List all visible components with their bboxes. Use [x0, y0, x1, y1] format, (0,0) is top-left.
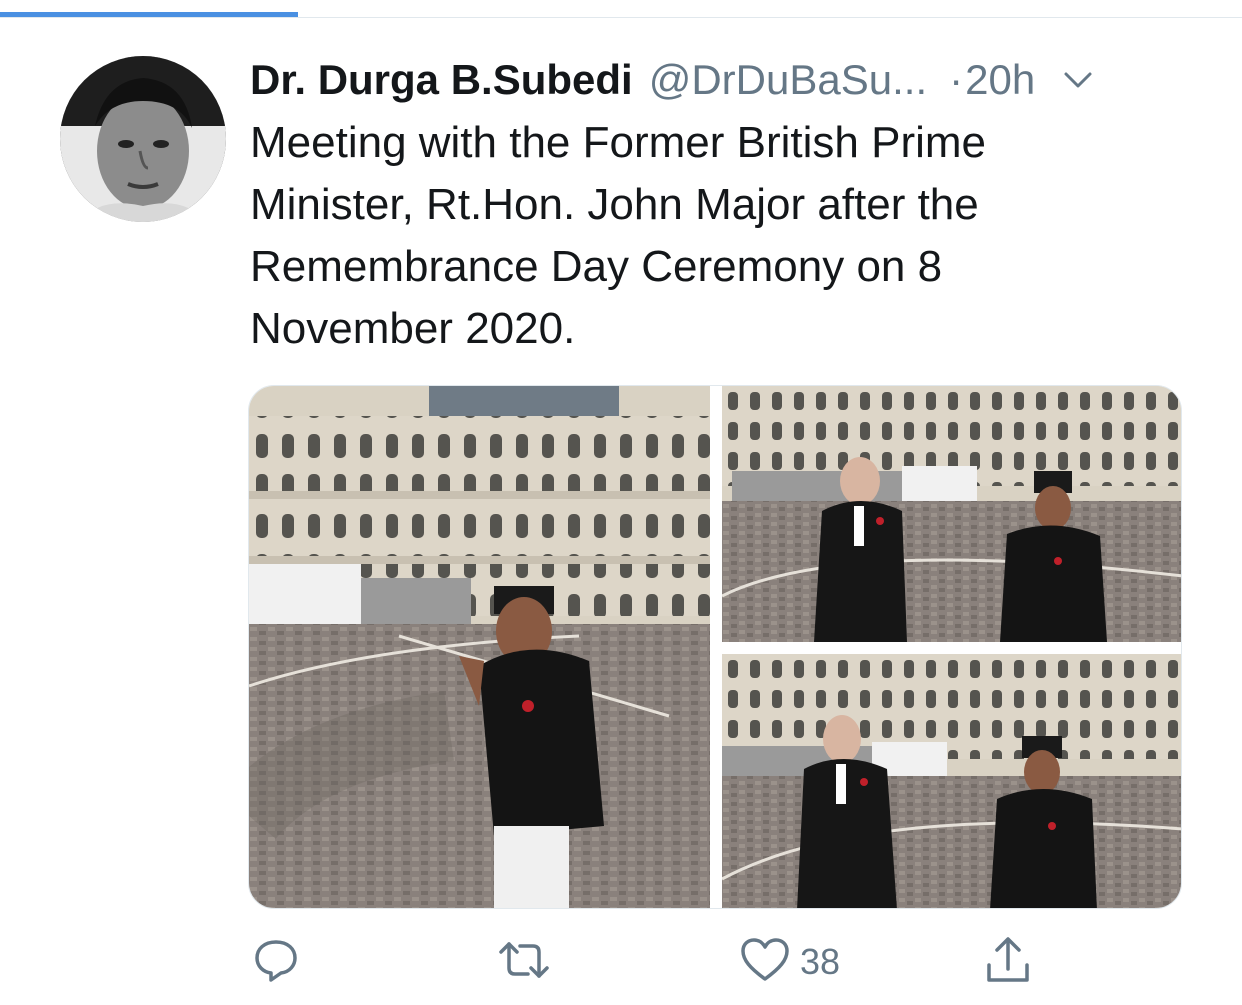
reply-button[interactable] [252, 930, 310, 994]
share-icon [984, 935, 1032, 990]
timestamp[interactable]: 20h [965, 56, 1035, 104]
photo-two-men-courtyard[interactable] [722, 386, 1181, 642]
share-button[interactable] [984, 930, 1042, 994]
tweet-text: Meeting with the Former British Prime Mi… [250, 118, 986, 353]
like-button[interactable]: 38 [740, 930, 840, 994]
avatar[interactable] [60, 56, 226, 222]
author-name[interactable]: Dr. Durga B.Subedi [250, 56, 633, 104]
like-count: 38 [800, 941, 841, 982]
avatar-image [60, 56, 226, 222]
divider-line [0, 17, 1242, 18]
top-divider [0, 0, 1242, 20]
photo-two-men-courtyard-alt[interactable] [722, 654, 1181, 908]
loading-progress-bar [0, 12, 299, 17]
retweet-button[interactable] [498, 930, 560, 994]
heart-icon [740, 937, 790, 988]
chevron-down-icon[interactable] [1061, 63, 1095, 97]
photo-greeting-courtyard[interactable] [249, 386, 710, 908]
tweet-actions: 38 [250, 930, 1050, 994]
author-handle[interactable]: @DrDuBaSu... [649, 56, 927, 104]
tweet-header: Dr. Durga B.Subedi @DrDuBaSu... · 20h [250, 52, 1210, 108]
reply-icon [252, 936, 300, 989]
retweet-icon [498, 936, 550, 989]
media-grid [248, 385, 1182, 909]
separator-dot: · [949, 56, 964, 103]
